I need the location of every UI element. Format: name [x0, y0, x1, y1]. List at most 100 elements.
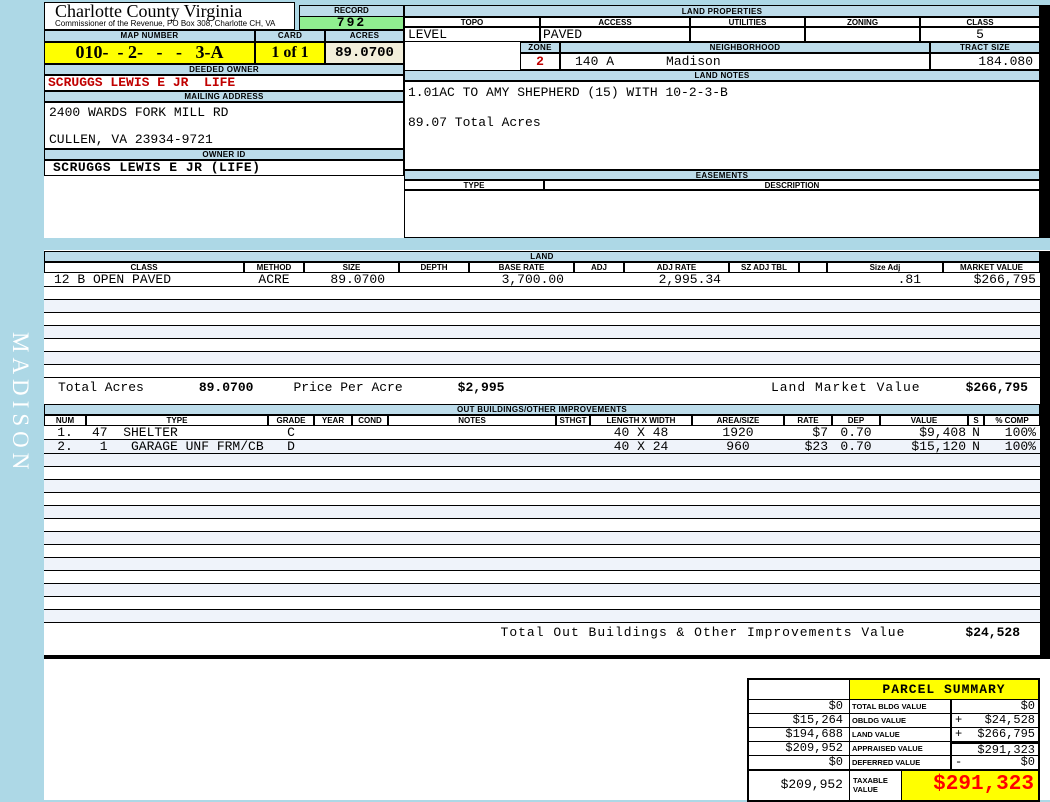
parcel-row-value: $266,795: [977, 727, 1035, 741]
parcel-summary-title: PARCEL SUMMARY: [850, 680, 1038, 700]
class-value: 5: [920, 27, 1040, 42]
empty-row: [44, 558, 1040, 571]
ob-value: $15,120: [911, 439, 966, 454]
neighborhood-name: Madison: [666, 54, 721, 69]
land-col-sz-adj-tbl: SZ ADJ TBL: [729, 262, 799, 273]
mailing-address-box: 2400 WARDS FORK MILL RD CULLEN, VA 23934…: [44, 102, 404, 149]
land-totals-row: Total Acres 89.0700 Price Per Acre $2,99…: [44, 378, 1040, 397]
empty-row: [44, 493, 1040, 506]
parcel-prior-value: $0: [749, 756, 850, 770]
empty-row: [44, 506, 1040, 519]
zoning-header: ZONING: [805, 17, 920, 27]
empty-row: [44, 326, 1040, 339]
easement-description-header: DESCRIPTION: [544, 180, 1040, 190]
parcel-row-label: LAND VALUE: [850, 728, 950, 742]
ob-rate: $23: [804, 439, 828, 454]
outbuildings-section-header: OUT BUILDINGS/OTHER IMPROVEMENTS: [44, 404, 1040, 415]
owner-panel-filler: [44, 176, 404, 238]
land-size: 89.0700: [330, 272, 385, 287]
ob-pct-comp: 100%: [1004, 439, 1036, 454]
empty-row: [44, 300, 1040, 313]
acres-value: 89.0700: [325, 42, 404, 64]
empty-row: [44, 352, 1040, 365]
ob-sthgt: [556, 440, 590, 453]
class-header: CLASS: [920, 17, 1040, 27]
parcel-op: +: [955, 713, 963, 727]
parcel-row-value: $291,323: [977, 743, 1035, 757]
parcel-prior-value: $0: [749, 700, 850, 714]
empty-row: [44, 339, 1040, 352]
record-value: 792: [300, 16, 403, 29]
ob-year: [314, 426, 352, 439]
total-acres-label: Total Acres: [58, 380, 144, 395]
parcel-row-label: APPRAISED VALUE: [850, 742, 950, 756]
utilities-header: UTILITIES: [690, 17, 805, 27]
land-col-adj: ADJ: [574, 262, 624, 273]
empty-row: [44, 545, 1040, 558]
price-per-acre-label: Price Per Acre: [293, 380, 403, 395]
land-note-line2: 89.07 Total Acres: [408, 115, 541, 130]
land-col-blank: [799, 262, 827, 273]
ob-type: 47 SHELTER: [92, 425, 178, 440]
outbuildings-total-label: Total Out Buildings & Other Improvements…: [500, 625, 906, 640]
neighborhood-code: 140 A: [575, 54, 615, 69]
empty-row: [44, 313, 1040, 326]
outbuildings-total-value: $24,528: [965, 625, 1020, 640]
parcel-row: $209,952 APPRAISED VALUE $291,323: [749, 742, 1038, 757]
card-header: CARD: [255, 30, 325, 42]
land-section: LAND CLASS METHOD SIZE DEPTH BASE RATE A…: [44, 251, 1050, 404]
land-col-size-adj: Size Adj: [827, 262, 943, 273]
ob-year: [314, 440, 352, 453]
ob-col-notes: NOTES: [388, 415, 556, 426]
empty-row: [44, 610, 1040, 623]
map-number-value: 010- - 2- - - 3-A: [44, 42, 255, 64]
parcel-row: $194,688 LAND VALUE + $266,795: [749, 728, 1038, 742]
access-header: ACCESS: [540, 17, 690, 27]
empty-row: [44, 519, 1040, 532]
land-adj: [574, 273, 624, 286]
empty-row: [44, 571, 1040, 584]
land-adj-rate: 2,995.34: [658, 272, 721, 287]
tract-size-header: TRACT SIZE: [930, 42, 1040, 53]
parcel-prior-value: $209,952: [749, 742, 850, 756]
neighborhood-sidebar-label: MADISON: [8, 332, 33, 475]
easements-columns: TYPE DESCRIPTION: [404, 180, 1040, 190]
tract-size-value: 184.080: [930, 53, 1040, 70]
parcel-row-label: TOTAL BLDG VALUE: [850, 700, 950, 714]
taxable-value: $291,323: [902, 771, 1038, 800]
parcel-row-value: $0: [1020, 699, 1035, 713]
land-market-value-total: $266,795: [965, 380, 1028, 395]
ob-col-year: YEAR: [314, 415, 352, 426]
parcel-row-value: $0: [1020, 755, 1035, 769]
land-col-depth: DEPTH: [399, 262, 469, 273]
ob-col-sthgt: STHGT: [556, 415, 590, 426]
zone-headers: ZONE NEIGHBORHOOD TRACT SIZE: [520, 42, 1040, 53]
land-note-line1: 1.01AC TO AMY SHEPHERD (15) WITH 10-2-3-…: [408, 85, 728, 100]
ob-grade: D: [287, 439, 295, 454]
easements-header: EASEMENTS: [404, 170, 1040, 180]
ob-num: 1.: [57, 425, 73, 440]
parcel-summary: PARCEL SUMMARY $0 TOTAL BLDG VALUE $0 $1…: [747, 678, 1040, 802]
map-value-row: 010- - 2- - - 3-A 1 of 1 89.0700: [44, 42, 404, 64]
outbuilding-row: 1. 47 SHELTER C 40 X 48 1920 $7 0.70 $9,…: [44, 426, 1040, 440]
outbuildings-column-headers: NUM TYPE GRADE YEAR COND NOTES STHGT LEN…: [44, 415, 1040, 426]
taxable-label: TAXABLE VALUE: [850, 771, 902, 800]
ob-area-size: 1920: [722, 425, 754, 440]
ob-notes: [388, 440, 556, 453]
empty-row: [44, 584, 1040, 597]
outbuildings-total-row: Total Out Buildings & Other Improvements…: [44, 623, 1040, 642]
owner-panel: Charlotte County Virginia Commissioner o…: [44, 2, 404, 238]
total-acres-value: 89.0700: [198, 380, 254, 395]
empty-row: [44, 467, 1040, 480]
land-notes-header: LAND NOTES: [404, 70, 1040, 81]
empty-row: [44, 597, 1040, 610]
empty-row: [44, 287, 1040, 300]
ob-sthgt: [556, 426, 590, 439]
mailing-address-header: MAILING ADDRESS: [44, 91, 404, 102]
land-row: 12 B OPEN PAVED ACRE 89.0700 3,700.00 2,…: [44, 273, 1040, 287]
land-properties-panel: LAND PROPERTIES TOPO ACCESS UTILITIES ZO…: [404, 5, 1050, 238]
parcel-row-label: OBLDG VALUE: [850, 714, 950, 728]
land-blank: [799, 273, 827, 286]
parcel-row-value: $24,528: [984, 713, 1035, 727]
ob-notes: [388, 426, 556, 439]
